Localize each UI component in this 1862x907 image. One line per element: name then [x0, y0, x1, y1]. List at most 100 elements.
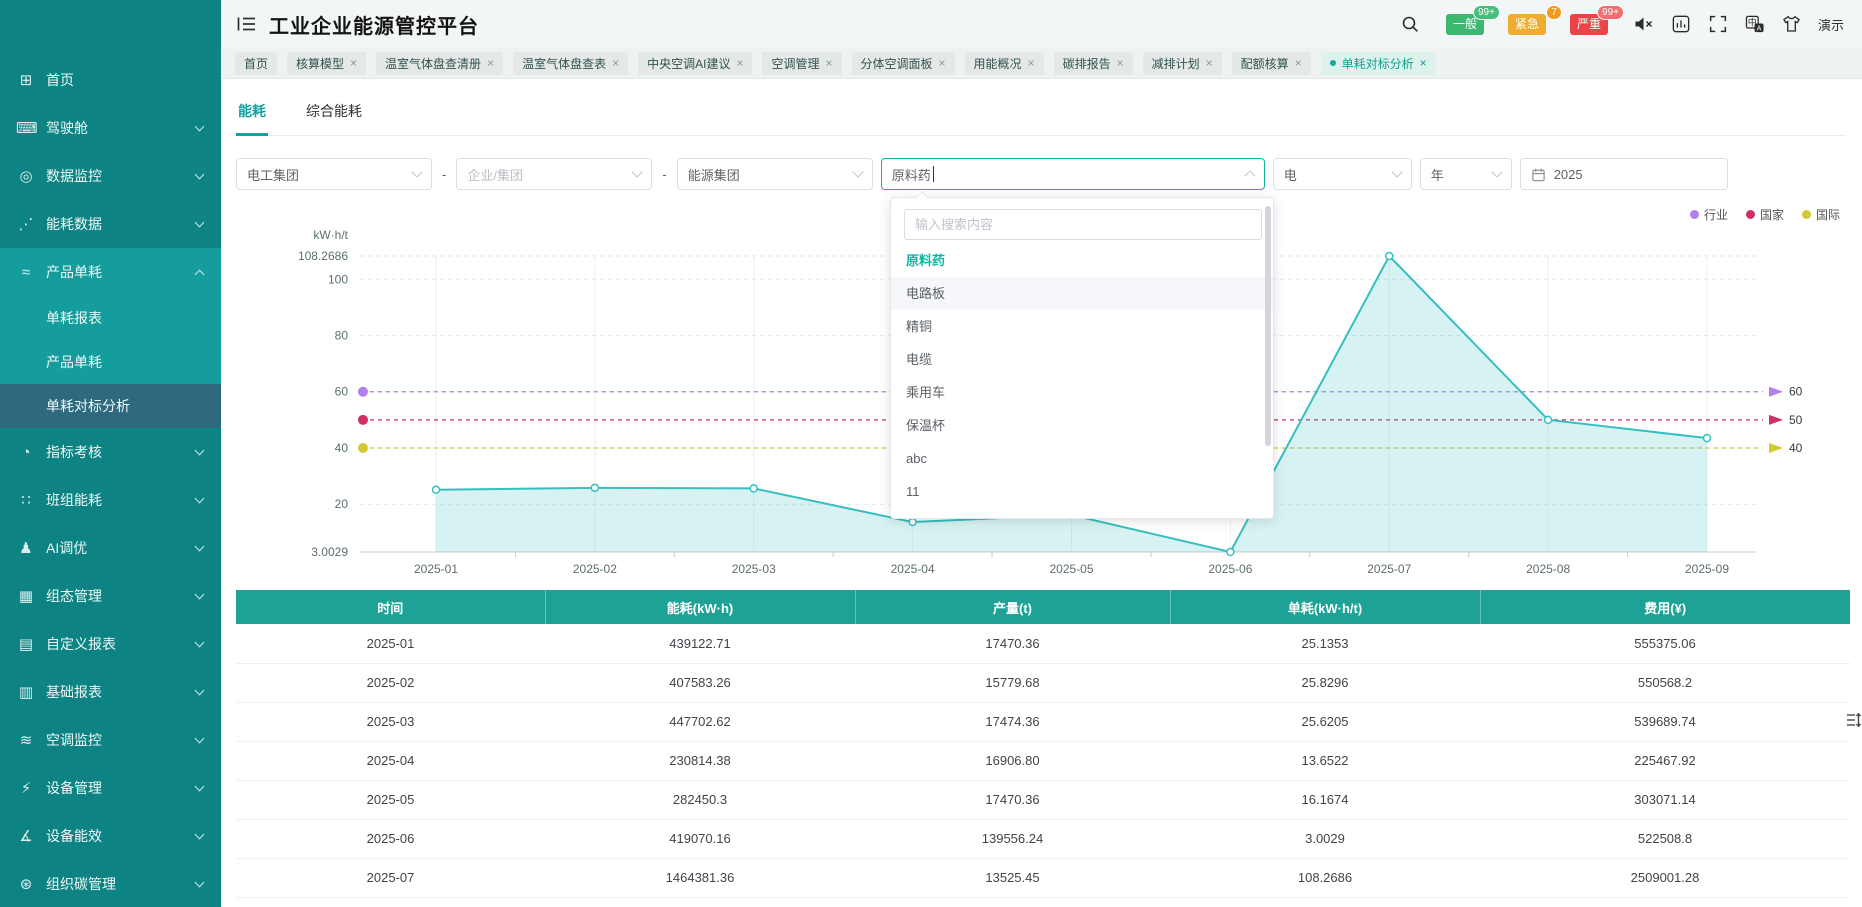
sidebar-item-carbon-management[interactable]: ⊛组织碳管理	[0, 860, 221, 907]
sidebar-item-device-management[interactable]: ⚡设备管理	[0, 764, 221, 812]
dropdown-option[interactable]: 精铜	[891, 310, 1273, 343]
sidebar: ⊞首页⌨驾驶舱◎数据监控⋰能耗数据≈产品单耗单耗报表产品单耗单耗对标分析◔指标考…	[0, 0, 221, 907]
chevron-down-icon	[195, 830, 205, 840]
sidebar-item-cockpit[interactable]: ⌨驾驶舱	[0, 104, 221, 152]
badge-count: 99+	[1473, 5, 1500, 20]
nav-tab[interactable]: 首页	[235, 52, 277, 75]
sidebar-item-ai-tuning[interactable]: ♟AI调优	[0, 524, 221, 572]
table-cell: 550568.2	[1480, 663, 1850, 702]
svg-text:20: 20	[335, 497, 349, 511]
nav-tab[interactable]: 分体空调面板×	[852, 52, 955, 75]
chevron-down-icon	[195, 446, 205, 456]
close-icon[interactable]: ×	[1420, 56, 1427, 70]
nav-tab[interactable]: 碳排报告×	[1054, 52, 1133, 75]
svg-text:40: 40	[1789, 441, 1803, 455]
table-row: 2025-05282450.317470.3616.1674303071.14	[236, 780, 1850, 819]
chart-window-icon[interactable]	[1670, 13, 1692, 35]
sidebar-item-label: 设备管理	[46, 778, 102, 798]
dropdown-option[interactable]: 电路板	[891, 277, 1273, 310]
theme-tshirt-icon[interactable]	[1781, 13, 1803, 35]
sidebar-collapse-icon[interactable]	[235, 13, 257, 35]
sidebar-item-product-unit[interactable]: ≈产品单耗	[0, 248, 221, 296]
sidebar-item-team-energy[interactable]: ∷班组能耗	[0, 476, 221, 524]
sidebar-item-product-unit-consumption[interactable]: 产品单耗	[0, 340, 221, 384]
table-cell: 17470.36	[855, 780, 1170, 819]
chevron-down-icon	[1391, 166, 1402, 177]
nav-tab[interactable]: 空调管理×	[762, 52, 841, 75]
sidebar-item-unit-benchmark-analysis[interactable]: 单耗对标分析	[0, 384, 221, 428]
dropdown-option[interactable]: 保温杯	[891, 409, 1273, 442]
sidebar-item-hvac-monitor[interactable]: ≋空调监控	[0, 716, 221, 764]
legend-dot	[1690, 210, 1699, 219]
sidebar-item-label: 组态管理	[46, 586, 102, 606]
nav-tab[interactable]: 温室气体盘查表×	[513, 52, 628, 75]
table-cell: 407583.26	[545, 663, 855, 702]
table-cell: 16906.80	[855, 741, 1170, 780]
nav-tab[interactable]: 温室气体盘查清册×	[376, 52, 503, 75]
search-icon[interactable]	[1399, 13, 1421, 35]
close-icon[interactable]: ×	[736, 56, 743, 70]
nav-tab[interactable]: 核算模型×	[287, 52, 366, 75]
dropdown-option[interactable]: 原料药	[891, 244, 1273, 277]
energy-group-select[interactable]: 能源集团	[677, 158, 873, 190]
page-title: 工业企业能源管控平台	[269, 10, 479, 39]
table-row: 2025-06419070.16139556.243.0029522508.8	[236, 819, 1850, 858]
nav-tab[interactable]: 减排计划×	[1143, 52, 1222, 75]
dropdown-option[interactable]: 电缆	[891, 343, 1273, 376]
close-icon[interactable]: ×	[612, 56, 619, 70]
fullscreen-icon[interactable]	[1707, 13, 1729, 35]
close-icon[interactable]: ×	[1206, 56, 1213, 70]
content-tab[interactable]: 能耗	[236, 93, 268, 136]
enterprise-select[interactable]: 企业/集团	[456, 158, 652, 190]
close-icon[interactable]: ×	[350, 56, 357, 70]
alarm-badge-一般[interactable]: 一般99+	[1446, 14, 1484, 35]
legend-item[interactable]: 国家	[1746, 206, 1784, 223]
custom-reports-icon: ▤	[16, 635, 36, 653]
nav-tab[interactable]: 配额核算×	[1232, 52, 1311, 75]
table-settings-icon[interactable]	[1846, 712, 1861, 733]
table-cell: 3.0029	[1170, 819, 1480, 858]
energy-type-select[interactable]: 电	[1273, 158, 1412, 190]
dropdown-search-input[interactable]	[904, 209, 1262, 240]
close-icon[interactable]: ×	[1028, 56, 1035, 70]
legend-item[interactable]: 国际	[1802, 206, 1840, 223]
sidebar-item-energy-data[interactable]: ⋰能耗数据	[0, 200, 221, 248]
close-icon[interactable]: ×	[1295, 56, 1302, 70]
sidebar-item-home[interactable]: ⊞首页	[0, 56, 221, 104]
content-tab[interactable]: 综合能耗	[304, 93, 364, 136]
table-cell: 25.6205	[1170, 702, 1480, 741]
user-menu[interactable]: 演示	[1818, 15, 1844, 34]
group-select[interactable]: 电工集团	[236, 158, 432, 190]
sidebar-item-basic-reports[interactable]: ▥基础报表	[0, 668, 221, 716]
table-cell: 2025-05	[236, 780, 545, 819]
nav-tab[interactable]: 用能概况×	[965, 52, 1044, 75]
dropdown-option[interactable]: abc	[891, 442, 1273, 475]
close-icon[interactable]: ×	[939, 56, 946, 70]
close-icon[interactable]: ×	[487, 56, 494, 70]
sidebar-item-device-efficiency[interactable]: ∡设备能效	[0, 812, 221, 860]
language-icon[interactable]: 中A	[1744, 13, 1766, 35]
sidebar-item-custom-reports[interactable]: ▤自定义报表	[0, 620, 221, 668]
sidebar-item-unit-report[interactable]: 单耗报表	[0, 296, 221, 340]
dropdown-option[interactable]: 11	[891, 475, 1273, 508]
product-select[interactable]: 原料药	[881, 158, 1265, 190]
alarm-badges: 一般99+ 紧急7 严重99+	[1446, 14, 1608, 35]
sidebar-item-scada-config[interactable]: ▦组态管理	[0, 572, 221, 620]
nav-tab[interactable]: 单耗对标分析×	[1321, 52, 1436, 75]
sidebar-item-kpi-assessment[interactable]: ◔指标考核	[0, 428, 221, 476]
alarm-badge-严重[interactable]: 严重99+	[1570, 14, 1608, 35]
nav-tabbar: 首页核算模型× 温室气体盘查清册× 温室气体盘查表× 中央空调AI建议× 空调管理× 分体…	[221, 48, 1862, 79]
table-cell: 282450.3	[545, 780, 855, 819]
mute-icon[interactable]	[1633, 13, 1655, 35]
legend-item[interactable]: 行业	[1690, 206, 1728, 223]
period-select[interactable]: 年	[1420, 158, 1512, 190]
close-icon[interactable]: ×	[1117, 56, 1124, 70]
chevron-down-icon	[195, 170, 205, 180]
close-icon[interactable]: ×	[825, 56, 832, 70]
scrollbar-thumb[interactable]	[1265, 206, 1271, 446]
dropdown-option[interactable]: 乘用车	[891, 376, 1273, 409]
nav-tab[interactable]: 中央空调AI建议×	[638, 52, 752, 75]
sidebar-item-data-monitor[interactable]: ◎数据监控	[0, 152, 221, 200]
year-picker[interactable]: 2025	[1520, 158, 1728, 190]
alarm-badge-紧急[interactable]: 紧急7	[1508, 14, 1546, 35]
